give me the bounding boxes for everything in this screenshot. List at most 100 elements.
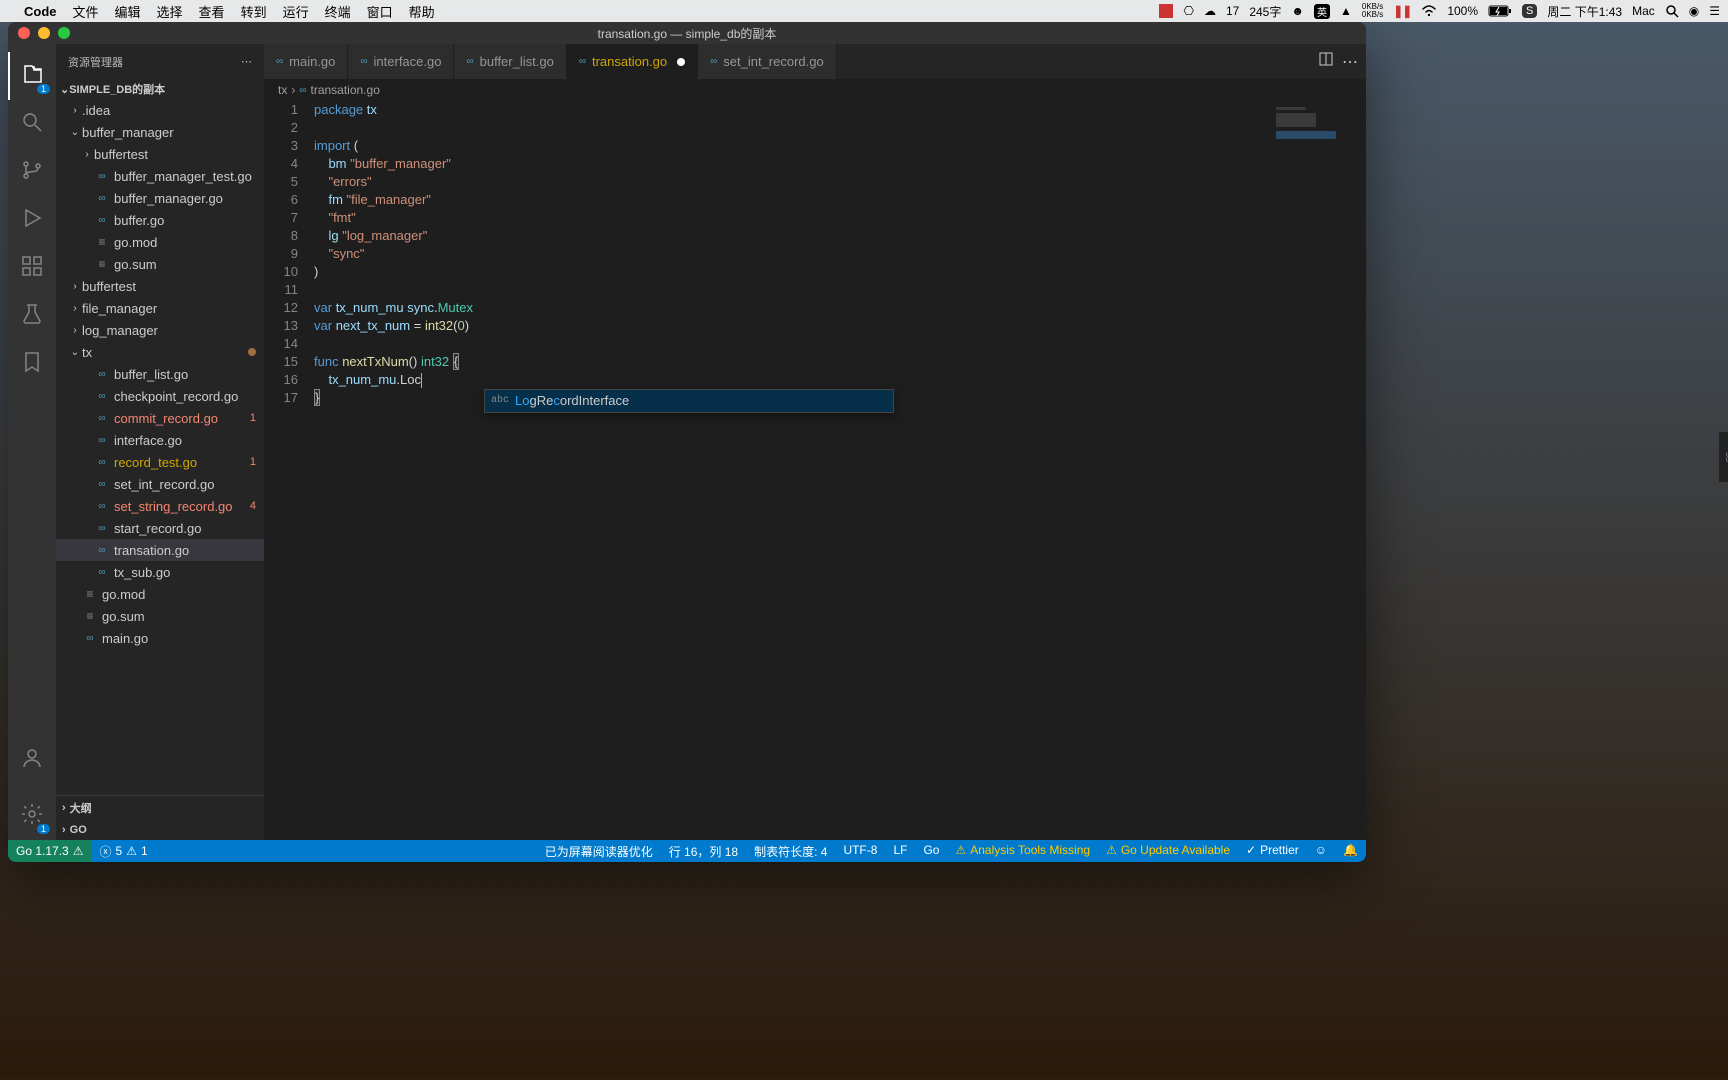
- tree-folder[interactable]: ›file_manager: [56, 297, 264, 319]
- breadcrumb[interactable]: tx › ∞ transation.go: [264, 79, 1366, 101]
- status-prettier[interactable]: ✓Prettier: [1238, 843, 1307, 857]
- tree-folder[interactable]: ›buffertest: [56, 275, 264, 297]
- code-line[interactable]: [314, 335, 1366, 353]
- menu-window[interactable]: 窗口: [367, 2, 393, 21]
- tree-folder[interactable]: ⌄buffer_manager: [56, 121, 264, 143]
- activity-bookmarks[interactable]: [8, 340, 56, 388]
- menu-edit[interactable]: 编辑: [115, 2, 141, 21]
- status-feedback-icon[interactable]: ☺: [1307, 843, 1335, 857]
- window-close-button[interactable]: [18, 27, 30, 39]
- code-line[interactable]: fm "file_manager": [314, 191, 1366, 209]
- battery-icon[interactable]: [1488, 5, 1512, 17]
- siri-icon[interactable]: ◉: [1689, 4, 1699, 18]
- status-go-version[interactable]: Go 1.17.3⚠: [8, 840, 91, 862]
- code-line[interactable]: ): [314, 263, 1366, 281]
- tree-folder[interactable]: ›log_manager: [56, 319, 264, 341]
- code-line[interactable]: var tx_num_mu sync.Mutex: [314, 299, 1366, 317]
- status-shield-icon[interactable]: ⎔: [1183, 4, 1193, 18]
- editor-tab[interactable]: ∞transation.go: [567, 44, 698, 79]
- tree-file[interactable]: ›∞set_string_record.go4: [56, 495, 264, 517]
- tree-file[interactable]: ›∞commit_record.go1: [56, 407, 264, 429]
- window-minimize-button[interactable]: [38, 27, 50, 39]
- sidebar-more-icon[interactable]: ⋯: [241, 55, 252, 68]
- activity-explorer[interactable]: 1: [8, 52, 56, 100]
- tree-file[interactable]: ›≡go.sum: [56, 605, 264, 627]
- tree-folder[interactable]: ›.idea: [56, 99, 264, 121]
- tree-file[interactable]: ›∞buffer_manager.go: [56, 187, 264, 209]
- tree-file[interactable]: ›∞set_int_record.go: [56, 473, 264, 495]
- menu-file[interactable]: 文件: [73, 2, 99, 21]
- tree-folder[interactable]: ›buffertest: [56, 143, 264, 165]
- code-line[interactable]: lg "log_manager": [314, 227, 1366, 245]
- tree-file[interactable]: ›∞record_test.go1: [56, 451, 264, 473]
- tree-file[interactable]: ›∞start_record.go: [56, 517, 264, 539]
- code-editor[interactable]: 1234567891011121314151617 package tximpo…: [264, 101, 1366, 840]
- status-bell-icon[interactable]: 🔔: [1335, 843, 1366, 857]
- editor-tab[interactable]: ∞main.go: [264, 44, 348, 79]
- tree-file[interactable]: ›∞tx_sub.go: [56, 561, 264, 583]
- menu-terminal[interactable]: 终端: [325, 2, 351, 21]
- status-indent[interactable]: 制表符长度: 4: [746, 843, 835, 860]
- activity-source-control[interactable]: [8, 148, 56, 196]
- spotlight-icon[interactable]: [1665, 4, 1679, 18]
- app-name[interactable]: Code: [24, 4, 57, 19]
- status-cursor[interactable]: 行 16，列 18: [661, 843, 746, 860]
- wechat-icon[interactable]: ☁: [1204, 4, 1216, 18]
- menu-go[interactable]: 转到: [241, 2, 267, 21]
- status-eol[interactable]: LF: [885, 843, 915, 857]
- tree-root[interactable]: ⌄SIMPLE_DB的副本: [56, 79, 264, 99]
- menu-selection[interactable]: 选择: [157, 2, 183, 21]
- code-line[interactable]: [314, 281, 1366, 299]
- code-line[interactable]: tx_num_mu.Loc: [314, 371, 1366, 389]
- code-line[interactable]: "fmt": [314, 209, 1366, 227]
- menu-view[interactable]: 查看: [199, 2, 225, 21]
- status-app-icon[interactable]: S: [1522, 4, 1537, 18]
- status-problems[interactable]: ⓧ5 ⚠1: [91, 840, 155, 862]
- tree-file[interactable]: ›∞buffer.go: [56, 209, 264, 231]
- minimap[interactable]: [1266, 101, 1366, 840]
- clock[interactable]: 周二 下午1:43: [1547, 3, 1622, 20]
- status-analysis[interactable]: ⚠Analysis Tools Missing: [947, 843, 1098, 857]
- code-line[interactable]: package tx: [314, 101, 1366, 119]
- input-method[interactable]: 英: [1314, 4, 1330, 19]
- status-screen-reader[interactable]: 已为屏幕阅读器优化: [537, 843, 661, 860]
- code-line[interactable]: [314, 119, 1366, 137]
- status-update[interactable]: ⚠Go Update Available: [1098, 843, 1238, 857]
- activity-settings[interactable]: 1: [8, 792, 56, 840]
- code-line[interactable]: "sync": [314, 245, 1366, 263]
- tree-file[interactable]: ›∞checkpoint_record.go: [56, 385, 264, 407]
- split-editor-icon[interactable]: [1318, 51, 1334, 72]
- activity-testing[interactable]: [8, 292, 56, 340]
- pause-icon[interactable]: ❚❚: [1393, 4, 1411, 18]
- more-actions-icon[interactable]: ⋯: [1342, 52, 1358, 72]
- tree-file[interactable]: ›∞main.go: [56, 627, 264, 649]
- tree-file[interactable]: ›≡go.mod: [56, 231, 264, 253]
- outline-section[interactable]: ›大纲: [56, 796, 264, 820]
- code-line[interactable]: var next_tx_num = int32(0): [314, 317, 1366, 335]
- menu-run[interactable]: 运行: [283, 2, 309, 21]
- tree-file[interactable]: ›∞interface.go: [56, 429, 264, 451]
- status-language[interactable]: Go: [915, 843, 947, 857]
- code-line[interactable]: func nextTxNum() int32 {: [314, 353, 1366, 371]
- activity-run-debug[interactable]: [8, 196, 56, 244]
- smiley-icon[interactable]: ☻: [1291, 4, 1304, 18]
- control-center-icon[interactable]: ☰: [1709, 4, 1720, 18]
- code-line[interactable]: "errors": [314, 173, 1366, 191]
- wifi-icon[interactable]: [1421, 5, 1437, 17]
- go-section[interactable]: ›GO: [56, 820, 264, 840]
- editor-tab[interactable]: ∞interface.go: [348, 44, 454, 79]
- status-encoding[interactable]: UTF-8: [835, 843, 885, 857]
- activity-accounts[interactable]: [8, 736, 56, 784]
- activity-search[interactable]: [8, 100, 56, 148]
- menu-help[interactable]: 帮助: [409, 2, 435, 21]
- tree-folder[interactable]: ⌄tx: [56, 341, 264, 363]
- editor-tab[interactable]: ∞set_int_record.go: [698, 44, 837, 79]
- tree-file[interactable]: ›≡go.mod: [56, 583, 264, 605]
- suggest-widget[interactable]: abc LogRecordInterface: [484, 389, 894, 413]
- code-line[interactable]: import (: [314, 137, 1366, 155]
- tree-file[interactable]: ›∞transation.go: [56, 539, 264, 561]
- status-red-icon[interactable]: [1159, 4, 1173, 18]
- cat-icon[interactable]: ▲: [1340, 4, 1352, 18]
- tree-file[interactable]: ›∞buffer_list.go: [56, 363, 264, 385]
- window-maximize-button[interactable]: [58, 27, 70, 39]
